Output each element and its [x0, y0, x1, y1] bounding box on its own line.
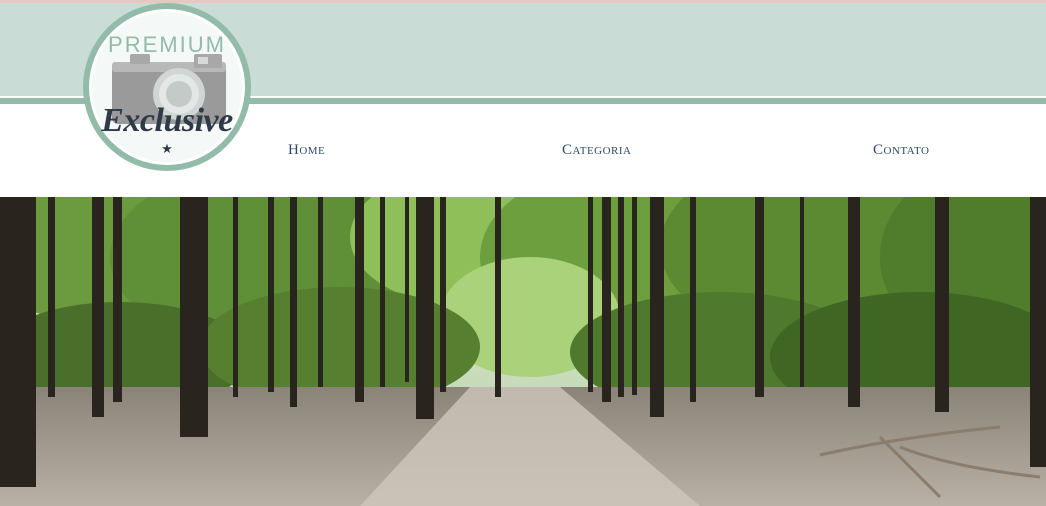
site-logo[interactable]: PREMIUM Exclusive ★ — [82, 2, 252, 172]
logo-premium-text: PREMIUM — [108, 32, 226, 57]
star-icon: ★ — [161, 142, 173, 157]
forest-photo-image — [0, 197, 1046, 506]
nav-item-home[interactable]: Home — [288, 142, 325, 159]
logo-exclusive-text: Exclusive — [101, 102, 233, 139]
hero-forest-image — [0, 197, 1046, 506]
nav-item-contato[interactable]: Contato — [873, 142, 929, 159]
nav-item-categoria[interactable]: Categoria — [562, 142, 632, 159]
